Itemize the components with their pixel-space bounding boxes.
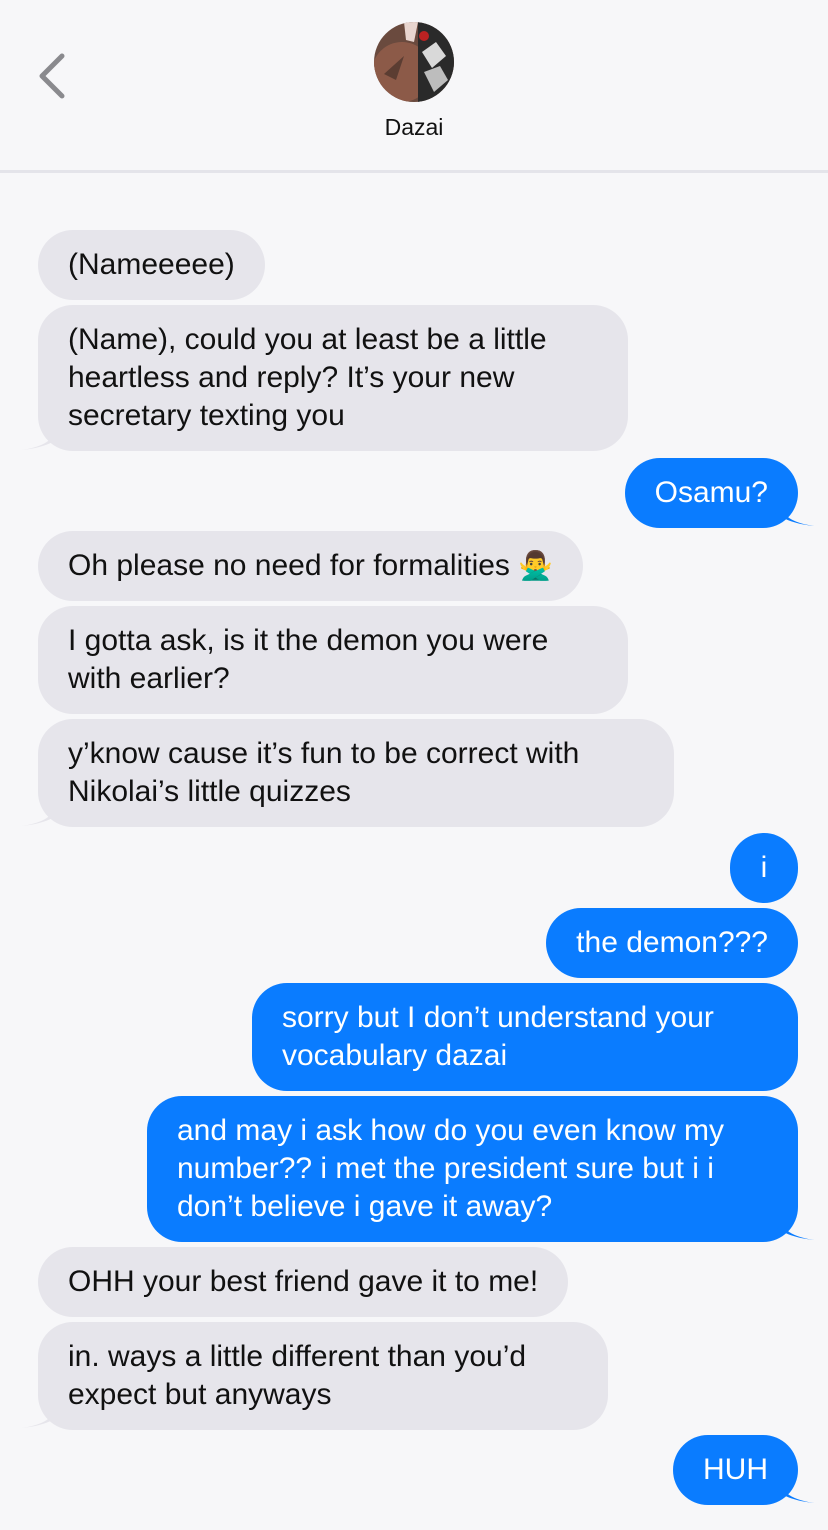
bubble-tail bbox=[22, 420, 62, 450]
message-bubble-incoming[interactable]: in. ways a little different than you’d e… bbox=[38, 1322, 608, 1430]
message-text: Osamu? bbox=[654, 476, 768, 509]
message-text-line: with earlier? bbox=[68, 662, 230, 695]
message-bubble-incoming[interactable]: y’know cause it’s fun to be correct with… bbox=[38, 719, 674, 827]
message-bubble-incoming[interactable]: Oh please no need for formalities 🙅‍♂️ bbox=[38, 531, 584, 601]
chevron-left-icon[interactable] bbox=[32, 50, 72, 102]
message-text-line: don’t believe i gave it away? bbox=[177, 1190, 553, 1223]
contact-name[interactable]: Dazai bbox=[0, 114, 828, 141]
message-bubble-outgoing[interactable]: the demon??? bbox=[546, 908, 798, 978]
message-text-line: heartless and reply? It’s your new bbox=[68, 361, 515, 394]
message-text-line: in. ways a little different than you’d bbox=[68, 1340, 527, 1373]
message-text: i bbox=[760, 851, 768, 884]
message-text-line: (Name), could you at least be a little bbox=[68, 323, 547, 356]
message-text: (Nameeeee) bbox=[68, 248, 235, 281]
message-text-line: Nikolai’s little quizzes bbox=[68, 775, 351, 808]
message-bubble-incoming[interactable]: (Nameeeee) bbox=[38, 230, 265, 300]
message-text-line: vocabulary dazai bbox=[282, 1039, 508, 1072]
person-gesturing-no-emoji: 🙅‍♂️ bbox=[518, 550, 554, 581]
bubble-tail bbox=[774, 496, 814, 526]
message-text-line: sorry but I don’t understand your bbox=[282, 1001, 714, 1034]
message-text: Oh please no need for formalities bbox=[68, 549, 510, 582]
message-text: HUH bbox=[703, 1453, 768, 1486]
message-text-line: y’know cause it’s fun to be correct with bbox=[68, 737, 580, 770]
bubble-tail bbox=[22, 1398, 62, 1428]
message-bubble-outgoing[interactable]: i bbox=[730, 833, 798, 903]
contact-avatar[interactable] bbox=[374, 22, 454, 102]
message-bubble-incoming[interactable]: (Name), could you at least be a little h… bbox=[38, 305, 628, 451]
message-text-line: I gotta ask, is it the demon you were bbox=[68, 624, 549, 657]
message-text-line: secretary texting you bbox=[68, 399, 345, 432]
message-bubble-outgoing[interactable]: Osamu? bbox=[624, 458, 798, 528]
message-bubble-outgoing[interactable]: sorry but I don’t understand your vocabu… bbox=[252, 983, 798, 1091]
message-text: the demon??? bbox=[576, 926, 768, 959]
message-text-line: and may i ask how do you even know my bbox=[177, 1114, 724, 1147]
message-bubble-outgoing[interactable]: and may i ask how do you even know my nu… bbox=[147, 1096, 798, 1242]
bubble-tail bbox=[774, 1473, 814, 1503]
conversation-header: Dazai bbox=[0, 0, 828, 173]
message-text-line: expect but anyways bbox=[68, 1378, 332, 1411]
bubble-tail bbox=[774, 1210, 814, 1240]
bubble-tail bbox=[22, 796, 62, 826]
message-text: OHH your best friend gave it to me! bbox=[68, 1265, 539, 1298]
message-text-line: number?? i met the president sure but i … bbox=[177, 1152, 714, 1185]
message-bubble-incoming[interactable]: OHH your best friend gave it to me! bbox=[38, 1247, 569, 1317]
message-bubble-incoming[interactable]: I gotta ask, is it the demon you were wi… bbox=[38, 606, 628, 714]
